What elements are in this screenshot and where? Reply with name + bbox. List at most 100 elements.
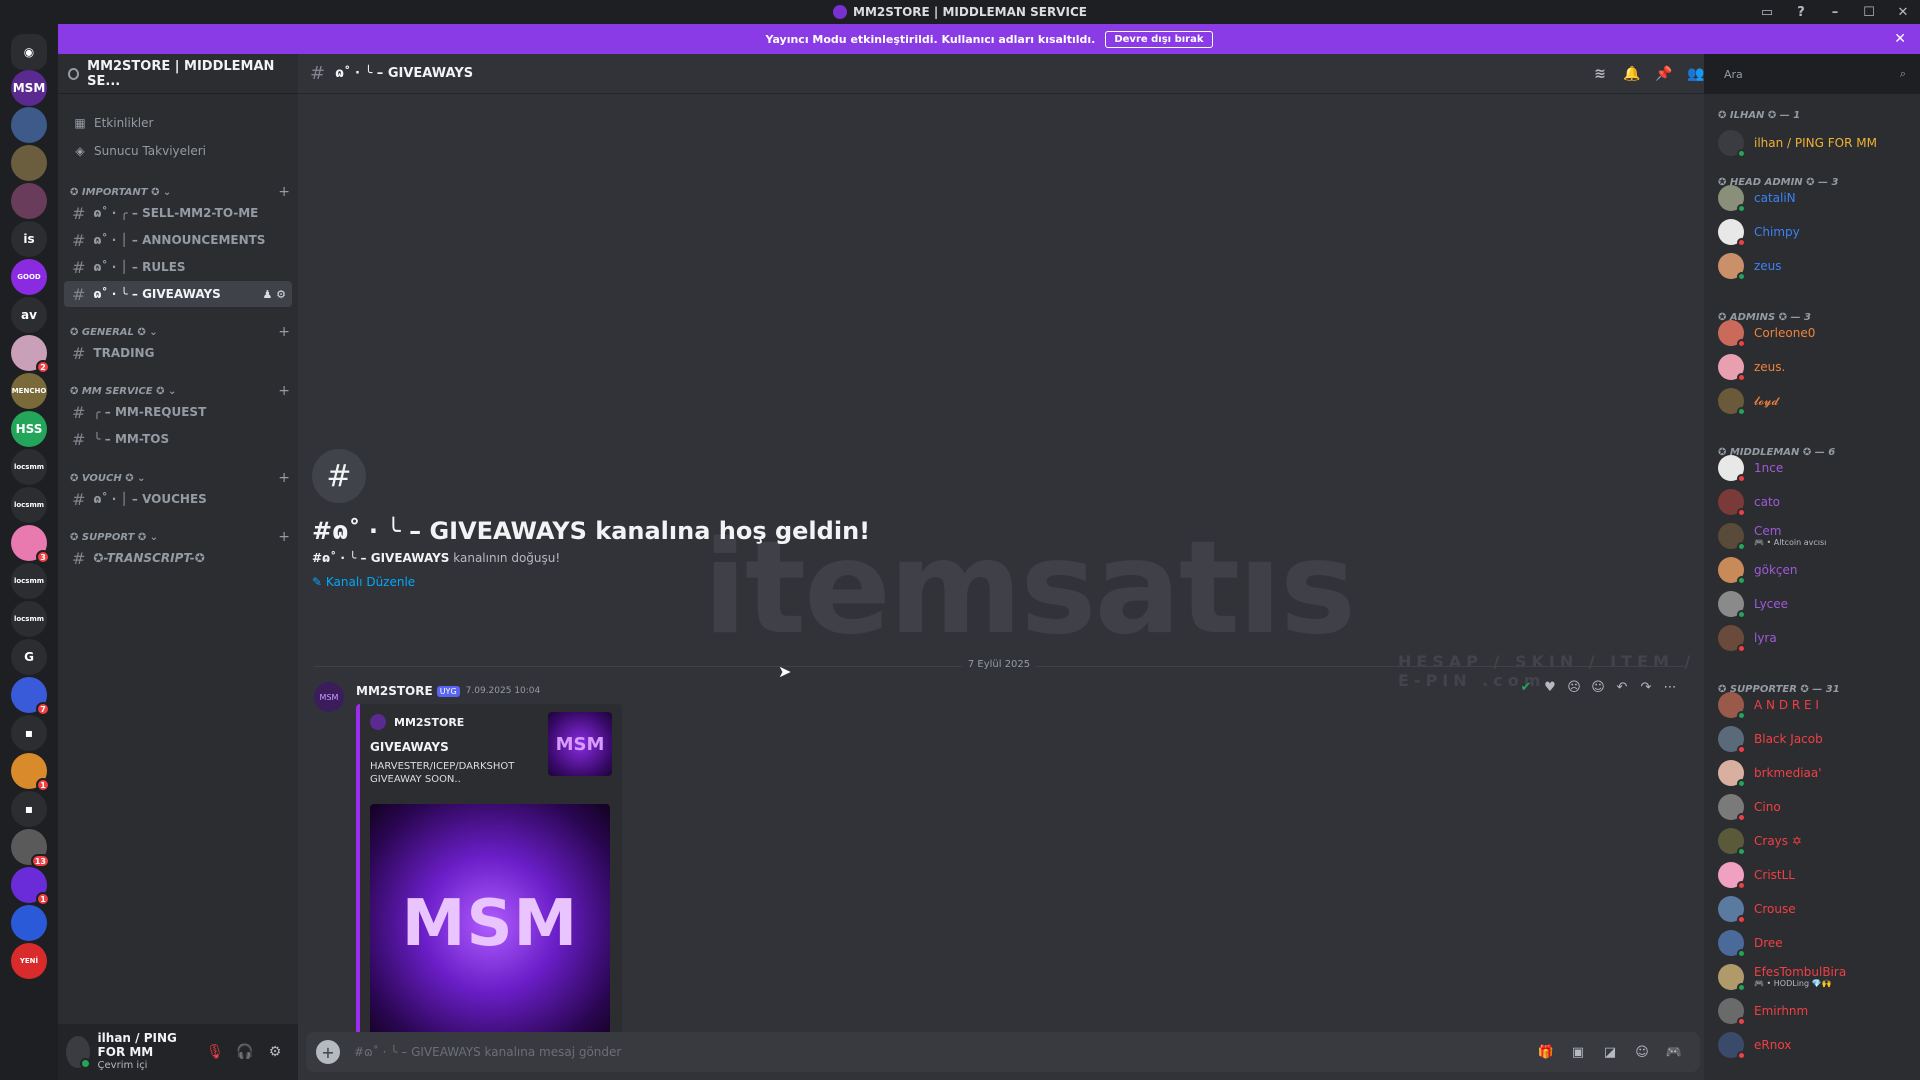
sticker-icon[interactable]: ◪ [1594, 1045, 1626, 1060]
member-item[interactable]: zeus [1718, 253, 1782, 281]
server-icon[interactable]: 1 [11, 753, 50, 792]
member-item[interactable]: 1nce [1718, 455, 1783, 483]
more-icon[interactable]: ⋯ [1658, 680, 1682, 695]
server-icon[interactable] [11, 107, 47, 143]
banner-close-icon[interactable]: ✕ [1894, 31, 1906, 47]
server-icon[interactable]: 3 [11, 525, 50, 564]
reaction-icon[interactable]: ♥ [1538, 680, 1562, 695]
member-item[interactable]: Chimpy [1718, 219, 1800, 247]
category-general[interactable]: ✪ GENERAL ✪ ⌄ + [70, 324, 290, 340]
member-item[interactable]: Crouse [1718, 896, 1796, 924]
server-icon[interactable]: locsmm [11, 563, 47, 599]
member-item[interactable]: lyra [1718, 625, 1777, 653]
server-icon[interactable]: GOOD [11, 259, 47, 295]
create-channel-icon[interactable]: + [278, 324, 290, 340]
close-button[interactable]: ✕ [1886, 5, 1920, 20]
help-icon[interactable]: ? [1784, 5, 1818, 20]
upload-plus-icon[interactable]: + [316, 1040, 340, 1064]
server-icon[interactable]: locsmm [11, 601, 47, 637]
server-icon[interactable]: ▪ [11, 791, 47, 827]
check-reaction-icon[interactable]: ✔ [1514, 680, 1538, 695]
server-icon[interactable]: 13 [11, 829, 50, 868]
member-item[interactable]: 𝓵𝓸𝔂𝓭 [1718, 388, 1779, 416]
inbox-icon[interactable]: ▭ [1750, 5, 1784, 20]
avatar[interactable] [66, 1036, 91, 1069]
member-item[interactable]: EfesTombulBira 🎮 • HODLing 💎🙌 [1718, 964, 1846, 992]
server-icon[interactable]: 2 [11, 335, 50, 374]
server-icon[interactable] [11, 905, 47, 941]
member-item[interactable]: Emirhnm [1718, 998, 1808, 1026]
server-icon[interactable]: 1 [11, 867, 50, 906]
reply-icon[interactable]: ↶ [1610, 680, 1634, 695]
server-icon[interactable]: locsmm [11, 449, 47, 485]
server-icon[interactable] [11, 183, 47, 219]
member-item[interactable]: cato [1718, 489, 1780, 517]
server-icon[interactable]: MSM [11, 70, 47, 106]
user-settings-icon[interactable]: ⚙ [260, 1044, 290, 1060]
discord-home-icon[interactable]: ◉ [11, 34, 47, 70]
server-boosts-item[interactable]: ◈ Sunucu Takviyeleri [72, 144, 206, 158]
gift-icon[interactable]: 🎁 [1530, 1045, 1562, 1060]
server-icon[interactable]: locsmm [11, 487, 47, 523]
member-item[interactable]: Cem 🎮 • Altcoin avcısı [1718, 523, 1826, 551]
server-header[interactable]: MM2STORE | MIDDLEMAN SE... [58, 54, 298, 94]
activities-icon[interactable]: 🎮 [1658, 1045, 1690, 1060]
minimize-button[interactable]: – [1818, 5, 1852, 20]
member-item[interactable]: CristLL [1718, 862, 1795, 890]
forward-icon[interactable]: ↷ [1634, 680, 1658, 695]
category-support[interactable]: ✪ SUPPORT ✪ ⌄ + [70, 529, 290, 545]
member-list-icon[interactable]: 👥 [1680, 66, 1712, 82]
channel-giveaways[interactable]: # ɷ˚ · ╰ – GIVEAWAYS ♟ ⚙ [64, 281, 292, 307]
member-item[interactable]: A N D R E I [1718, 692, 1819, 720]
create-channel-icon[interactable]: + [278, 470, 290, 486]
channel-announcements[interactable]: # ɷ˚ · │ – ANNOUNCEMENTS [64, 227, 292, 253]
member-item[interactable]: Corleone0 [1718, 320, 1815, 348]
server-icon[interactable]: 7 [11, 677, 50, 716]
channel-vouches[interactable]: # ɷ˚ · │ – VOUCHES [64, 486, 292, 512]
emoji-icon[interactable]: ☺ [1626, 1045, 1658, 1060]
channel-mm-request[interactable]: # ╭ – MM-REQUEST [64, 399, 292, 425]
member-item[interactable]: brkmediaa' [1718, 760, 1822, 788]
member-item[interactable]: Dree [1718, 930, 1783, 958]
channel-transcript[interactable]: # ✪-TRANSCRIPT-✪ [64, 545, 292, 571]
threads-icon[interactable]: ≋ [1584, 66, 1616, 82]
microphone-muted-icon[interactable]: 🎙 [200, 1044, 230, 1060]
member-item[interactable]: gökçen [1718, 557, 1798, 585]
member-item[interactable]: Black Jacob [1718, 726, 1823, 754]
channel-settings-icon[interactable]: ♟ ⚙ [262, 288, 286, 301]
server-icon[interactable]: av [11, 297, 47, 333]
message-composer[interactable]: + #ɷ˚ · ╰ – GIVEAWAYS kanalına mesaj gön… [306, 1032, 1700, 1072]
channel-rules[interactable]: # ɷ˚ · │ – RULES [64, 254, 292, 280]
create-channel-icon[interactable]: + [278, 383, 290, 399]
member-item[interactable]: Lycee [1718, 591, 1788, 619]
server-icon[interactable]: YENİ [11, 943, 47, 979]
channel-trading[interactable]: # TRADING [64, 340, 292, 366]
member-item[interactable]: eRnox [1718, 1032, 1791, 1060]
server-icon[interactable]: G [11, 639, 47, 675]
embed-image[interactable]: MSM [370, 804, 610, 1044]
avatar[interactable]: MSM [314, 682, 344, 712]
disable-streamer-mode-button[interactable]: Devre dışı bırak [1105, 30, 1213, 48]
notification-bell-icon[interactable]: 🔔 [1616, 66, 1648, 82]
user-info[interactable]: ilhan / PING FOR MM Çevrim içi [98, 1031, 200, 1073]
headphones-icon[interactable]: 🎧 [230, 1044, 260, 1060]
category-vouch[interactable]: ✪ VOUCH ✪ ⌄ + [70, 470, 290, 486]
server-icon[interactable]: ▪ [11, 715, 47, 751]
edit-channel-link[interactable]: ✎ Kanalı Düzenle [312, 575, 870, 589]
pin-icon[interactable]: 📌 [1648, 66, 1680, 82]
server-icon[interactable] [11, 145, 47, 181]
events-item[interactable]: ▦ Etkinlikler [72, 116, 153, 130]
embed-thumbnail[interactable]: MSM [548, 712, 612, 776]
category-mm-service[interactable]: ✪ MM SERVICE ✪ ⌄ + [70, 383, 290, 399]
add-reaction-icon[interactable]: ☺ [1586, 680, 1610, 695]
create-channel-icon[interactable]: + [278, 184, 290, 200]
member-item[interactable]: Cino [1718, 794, 1781, 822]
category-important[interactable]: ✪ IMPORTANT ✪ ⌄ + [70, 184, 290, 200]
channel-sell-mm2[interactable]: # ɷ˚ · ╭ – SELL-MM2-TO-ME [64, 200, 292, 226]
server-icon[interactable]: MENCHO [11, 373, 47, 409]
search-input[interactable]: Ara ⌕ [1716, 62, 1912, 86]
maximize-button[interactable]: ☐ [1852, 5, 1886, 20]
message-input[interactable]: #ɷ˚ · ╰ – GIVEAWAYS kanalına mesaj gönde… [354, 1045, 621, 1059]
member-item[interactable]: Crays ✡ [1718, 828, 1802, 856]
member-item[interactable]: zeus. [1718, 354, 1785, 382]
